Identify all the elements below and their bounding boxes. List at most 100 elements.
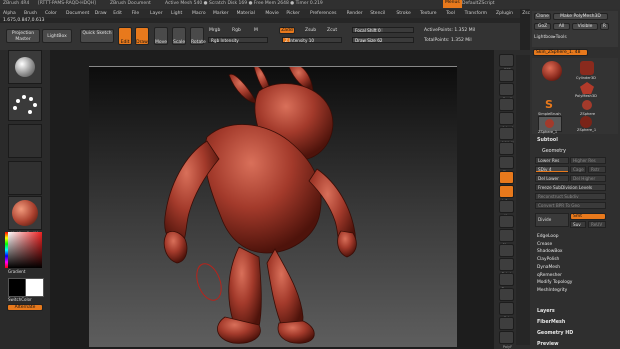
menu-texture[interactable]: Texture — [420, 11, 436, 16]
lower-res-button[interactable]: Lower Res — [535, 157, 569, 164]
menu-zplugin[interactable]: Zplugin — [496, 11, 513, 16]
material-thumbnail[interactable]: MatCap Red01 — [8, 196, 42, 235]
rstr-button[interactable]: Rstr — [588, 166, 606, 173]
lightbox-tools-link[interactable]: Lightbox▸Tools — [534, 35, 567, 40]
stroke-thumbnail[interactable] — [8, 87, 42, 121]
default-zscript[interactable]: DefaultZScript — [462, 1, 495, 6]
reconstruct-subdiv-button[interactable]: Reconstruct Subdiv — [535, 193, 606, 200]
current-tool-thumb[interactable] — [542, 61, 562, 81]
texture-thumbnail[interactable] — [8, 161, 42, 195]
cage-button[interactable]: Cage — [570, 166, 586, 173]
zadd-button[interactable]: Zadd — [279, 27, 295, 34]
menu-render[interactable]: Render — [347, 11, 363, 16]
del-higher-button[interactable]: Del Higher — [570, 175, 606, 182]
shelf-solo-button[interactable]: Solo — [499, 302, 514, 320]
switch-color-button[interactable]: SwitchColor — [8, 297, 32, 302]
subtool-section[interactable]: Subtool — [537, 138, 558, 143]
zsub-button[interactable]: Zsub — [305, 28, 316, 33]
draw-size-slider[interactable]: Draw Size 62 — [352, 37, 414, 43]
shelf-xpose-button[interactable]: Xpose — [499, 316, 514, 335]
menu-file[interactable]: File — [132, 11, 140, 16]
clone-button[interactable]: Clone — [534, 13, 551, 20]
section-layers[interactable]: Layers — [537, 309, 555, 314]
shelf-bpr-button[interactable]: BPR — [499, 54, 514, 72]
rotate-button[interactable]: Rotate — [190, 27, 206, 45]
quick-sketch-button[interactable]: Quick Sketch — [80, 29, 114, 43]
section-modify-topology[interactable]: Modify Topology — [537, 280, 572, 285]
menu-preferences[interactable]: Preferences — [310, 11, 336, 16]
draw-button[interactable]: Draw — [135, 27, 149, 45]
del-lower-button[interactable]: Del Lower — [535, 175, 569, 182]
shelf-ghost-button[interactable]: Ghost — [499, 287, 514, 306]
scale-button[interactable]: Scale — [172, 27, 186, 45]
convert-bpr-button[interactable]: Convert BPR To Geo — [535, 202, 606, 209]
alpha-thumbnail[interactable] — [8, 124, 42, 158]
hue-strip[interactable] — [5, 232, 8, 268]
shelf-scale-button[interactable]: Scale — [499, 243, 514, 262]
divide-button[interactable]: Divide — [535, 213, 569, 227]
move-button[interactable]: Move — [154, 27, 168, 45]
shelf-lsym-button[interactable]: L.Sym — [499, 185, 514, 203]
smt-toggle[interactable]: Smt — [570, 213, 606, 220]
section-geometry-hd[interactable]: Geometry HD — [537, 331, 573, 336]
menu-macro[interactable]: Macro — [192, 11, 206, 16]
shelf-xyz-button[interactable]: Xyz — [499, 200, 514, 218]
shelf-persp-button[interactable]: Persp — [499, 141, 514, 160]
make-polymesh3d-button[interactable]: Make PolyMesh3D — [553, 13, 608, 20]
menu-alpha[interactable]: Alpha — [3, 11, 16, 16]
m-toggle[interactable]: M — [254, 28, 258, 33]
document-canvas[interactable] — [89, 64, 457, 347]
section-preview[interactable]: Preview — [537, 342, 559, 347]
section-shadowbox[interactable]: ShadowBox — [537, 249, 563, 254]
menu-stroke[interactable]: Stroke — [396, 11, 410, 16]
polymesh3d-icon[interactable] — [580, 82, 594, 94]
menu-draw[interactable]: Draw — [95, 11, 107, 16]
shelf-actual-button[interactable]: Actual — [499, 112, 514, 130]
zcut-button[interactable]: Zcut — [327, 28, 337, 33]
menu-transform[interactable]: Transform — [465, 11, 487, 16]
zsphere-icon[interactable] — [582, 100, 592, 110]
zsphere1-icon[interactable] — [580, 116, 592, 128]
shelf-transp-button[interactable]: Transp — [499, 273, 514, 291]
focal-shift-slider[interactable]: Focal Shift 0 — [352, 27, 414, 33]
section-qremesher[interactable]: qRemesher — [537, 273, 562, 278]
menu-marker[interactable]: Marker — [213, 11, 229, 16]
section-dynamesh[interactable]: DynaMesh — [537, 265, 560, 270]
cylinder3d-icon[interactable] — [580, 61, 594, 75]
shelf-spix-button[interactable]: SPix — [499, 68, 514, 87]
menu-layer[interactable]: Layer — [150, 11, 163, 16]
shelf-zoom-button[interactable]: Zoom — [499, 97, 514, 116]
menu-stencil[interactable]: Stencil — [370, 11, 385, 16]
shelf-rotate-button[interactable]: Rotate — [499, 258, 514, 276]
brush-thumbnail[interactable] — [8, 50, 42, 84]
visible-button[interactable]: Visible — [572, 23, 598, 30]
rgb-intensity-slider[interactable]: Rgb Intensity — [208, 37, 268, 43]
freeze-subdivision-button[interactable]: Freeze SubDivision Levels — [535, 184, 606, 191]
rgb-toggle[interactable]: Rgb — [232, 28, 241, 33]
geometry-section[interactable]: Geometry — [542, 149, 566, 154]
section-crease[interactable]: Crease — [537, 242, 552, 247]
menu-color[interactable]: Color — [45, 11, 57, 16]
menu-movie[interactable]: Movie — [265, 11, 278, 16]
gradient-label[interactable]: Gradient — [8, 269, 25, 274]
menu-material[interactable]: Material — [237, 11, 255, 16]
projection-master-button[interactable]: Projection Master — [6, 29, 40, 43]
section-claypolish[interactable]: ClayPolish — [537, 257, 559, 262]
section-edgeloop[interactable]: EdgeLoop — [537, 234, 559, 239]
shelf-scroll-button[interactable]: Scroll — [499, 83, 514, 101]
mrgb-toggle[interactable]: Mrgb — [209, 28, 220, 33]
menu-document[interactable]: Document — [66, 11, 89, 16]
shelf-frame-button[interactable]: Frame — [499, 214, 514, 233]
lightbox-button[interactable]: LightBox — [42, 29, 72, 43]
shelf-move-button[interactable]: Move — [499, 229, 514, 247]
higher-res-button[interactable]: Higher Res — [570, 157, 606, 164]
suv-toggle[interactable]: Suv — [570, 221, 586, 228]
simplebrush-icon[interactable]: S — [545, 98, 553, 111]
shelf-aahalf-button[interactable]: AAHalf — [499, 127, 514, 145]
section-fibermesh[interactable]: FiberMesh — [537, 320, 565, 325]
current-tool-slider[interactable]: Skin_ZSphere_1. 48 — [533, 49, 588, 56]
reuv-button[interactable]: ReUV — [588, 221, 606, 228]
all-button[interactable]: All — [553, 23, 570, 30]
menu-picker[interactable]: Picker — [286, 11, 299, 16]
menu-light[interactable]: Light — [171, 11, 182, 16]
